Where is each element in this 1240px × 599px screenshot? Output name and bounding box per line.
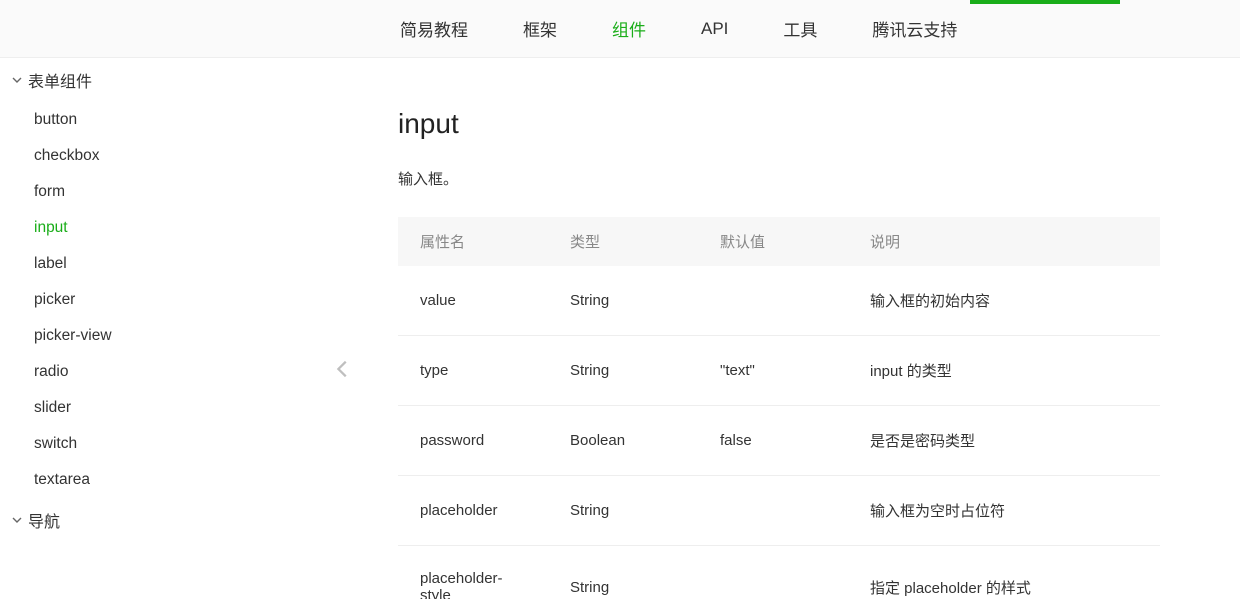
th-default: 默认值 [698, 217, 848, 266]
cell-name: type [398, 336, 548, 406]
sidebar-item-radio[interactable]: radio [0, 354, 318, 390]
cell-name: placeholder [398, 476, 548, 546]
nav-tencent-cloud[interactable]: 腾讯云支持 [872, 16, 957, 41]
nav-api[interactable]: API [701, 19, 728, 39]
cell-default [698, 476, 848, 546]
page-description: 输入框。 [398, 168, 1160, 189]
cell-name: value [398, 266, 548, 336]
nav-components[interactable]: 组件 [612, 16, 646, 41]
top-nav: 简易教程 框架 组件 API 工具 腾讯云支持 [0, 0, 1240, 58]
page-title: input [398, 108, 1160, 140]
sidebar-item-textarea[interactable]: textarea [0, 462, 318, 498]
cell-name: placeholder-style [398, 546, 548, 599]
sidebar-item-form[interactable]: form [0, 174, 318, 210]
cell-type: String [548, 476, 698, 546]
main-content: input 输入框。 属性名 类型 默认值 说明 value String [318, 58, 1240, 599]
nav-tools[interactable]: 工具 [783, 16, 817, 41]
sidebar-item-switch[interactable]: switch [0, 426, 318, 462]
th-name: 属性名 [398, 217, 548, 266]
cell-name: password [398, 406, 548, 476]
sidebar-item-input[interactable]: input [0, 210, 318, 246]
sidebar-section-form[interactable]: 表单组件 [0, 58, 318, 102]
sidebar-item-picker-view[interactable]: picker-view [0, 318, 318, 354]
sidebar-section-navigation[interactable]: 导航 [0, 498, 318, 542]
table-row: type String "text" input 的类型 [398, 336, 1160, 406]
table-row: placeholder-style String 指定 placeholder … [398, 546, 1160, 599]
cell-default: false [698, 406, 848, 476]
attributes-table: 属性名 类型 默认值 说明 value String 输入框的初始内容 type [398, 217, 1160, 599]
cell-desc: input 的类型 [848, 336, 1160, 406]
cell-desc: 指定 placeholder 的样式 [848, 546, 1160, 599]
cell-default [698, 546, 848, 599]
cell-default [698, 266, 848, 336]
cell-type: Boolean [548, 406, 698, 476]
chevron-down-icon [10, 515, 24, 525]
nav-framework[interactable]: 框架 [523, 16, 557, 41]
cell-type: String [548, 266, 698, 336]
table-row: value String 输入框的初始内容 [398, 266, 1160, 336]
sidebar-section-label: 导航 [28, 508, 60, 532]
table-row: placeholder String 输入框为空时占位符 [398, 476, 1160, 546]
nav-tutorial[interactable]: 简易教程 [400, 16, 468, 41]
table-row: password Boolean false 是否是密码类型 [398, 406, 1160, 476]
collapse-sidebar-button[interactable] [332, 358, 354, 385]
cell-desc: 输入框的初始内容 [848, 266, 1160, 336]
sidebar-item-slider[interactable]: slider [0, 390, 318, 426]
sidebar-item-button[interactable]: button [0, 102, 318, 138]
chevron-down-icon [10, 75, 24, 85]
sidebar-section-label: 表单组件 [28, 68, 92, 92]
sidebar-item-checkbox[interactable]: checkbox [0, 138, 318, 174]
cell-type: String [548, 336, 698, 406]
sidebar-item-picker[interactable]: picker [0, 282, 318, 318]
cell-type: String [548, 546, 698, 599]
cell-desc: 输入框为空时占位符 [848, 476, 1160, 546]
th-desc: 说明 [848, 217, 1160, 266]
sidebar[interactable]: progress 表单组件 button checkbox form input… [0, 58, 318, 599]
th-type: 类型 [548, 217, 698, 266]
sidebar-item-label[interactable]: label [0, 246, 318, 282]
cell-default: "text" [698, 336, 848, 406]
nav-active-indicator [970, 0, 1120, 4]
cell-desc: 是否是密码类型 [848, 406, 1160, 476]
